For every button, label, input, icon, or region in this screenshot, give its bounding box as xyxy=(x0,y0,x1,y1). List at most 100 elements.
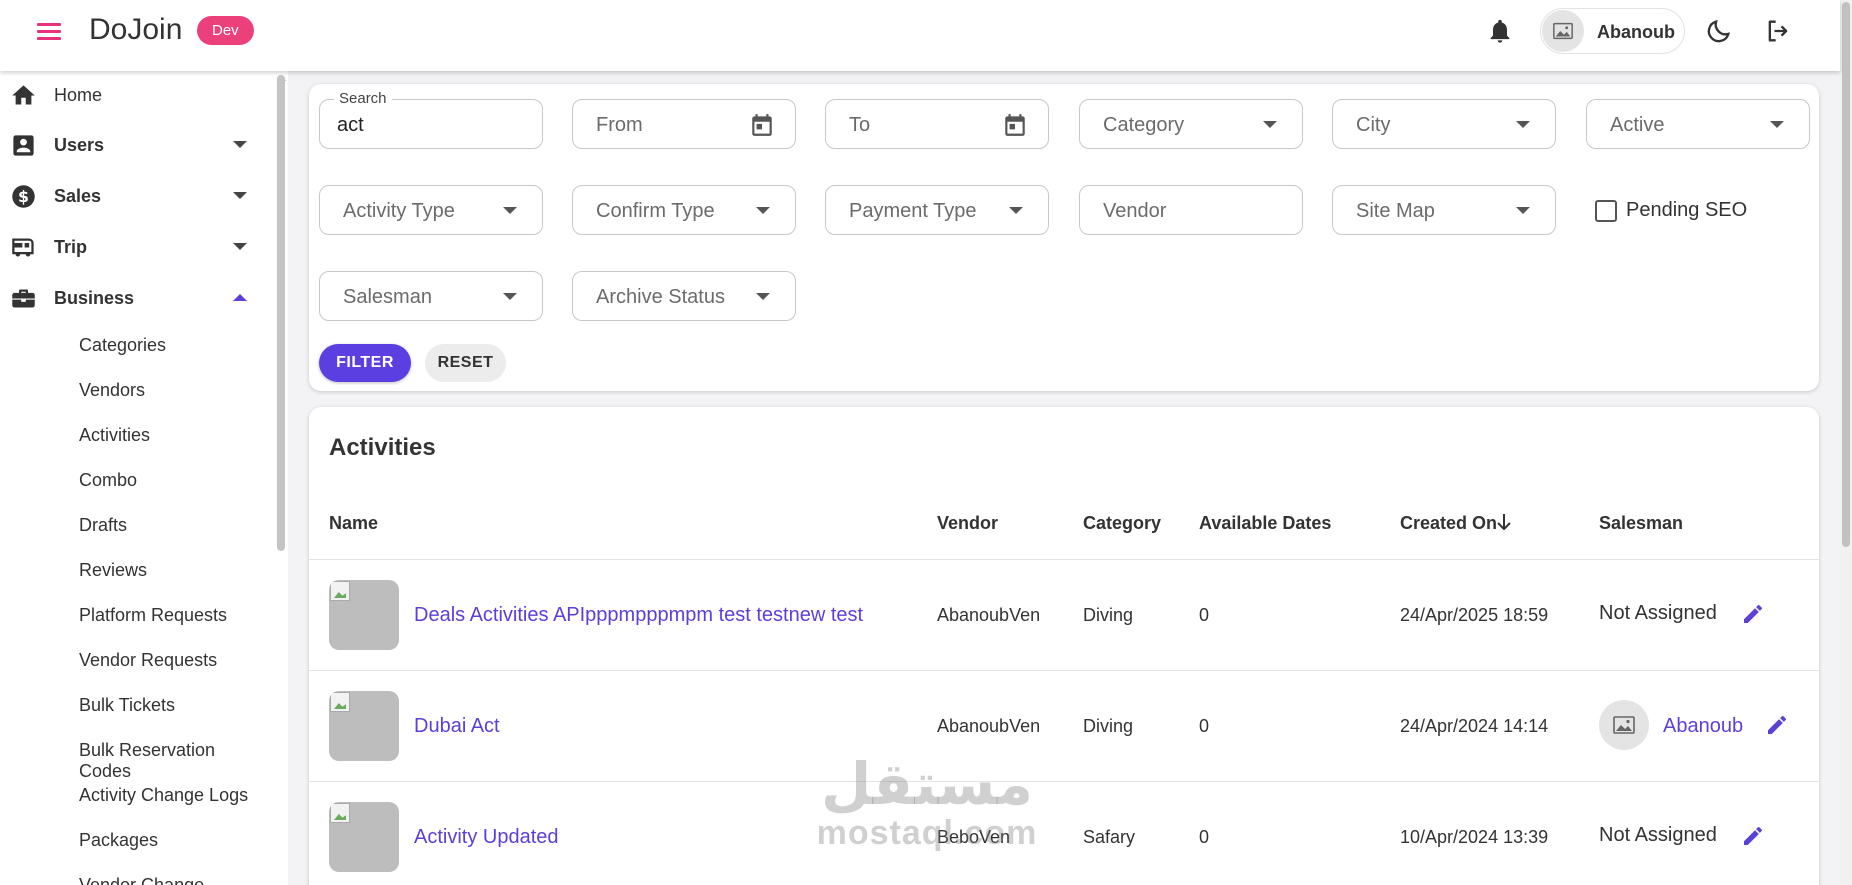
sidebar-item-sales[interactable]: $ Sales xyxy=(0,172,270,220)
calendar-icon[interactable] xyxy=(1002,112,1028,138)
archive-status-placeholder: Archive Status xyxy=(596,286,725,308)
moon-icon[interactable] xyxy=(1705,17,1733,45)
sort-descending-icon[interactable] xyxy=(1495,512,1513,532)
sidebar-scrollbar[interactable] xyxy=(277,75,285,551)
vendor-cell: AbanoubVen xyxy=(937,716,1041,736)
edit-icon[interactable] xyxy=(1741,602,1765,626)
chevron-down-icon xyxy=(1516,121,1530,128)
reset-button[interactable]: RESET xyxy=(425,344,506,382)
vendor-placeholder: Vendor xyxy=(1103,200,1167,222)
chevron-down-icon xyxy=(503,293,517,300)
table-title: Activities xyxy=(329,434,436,461)
sidebar: Home Users $ Sales Trip Business Categor… xyxy=(0,71,288,885)
edit-icon[interactable] xyxy=(1741,824,1765,848)
category-cell: Safary xyxy=(1083,827,1136,847)
category-cell: Diving xyxy=(1083,605,1134,625)
user-name: Abanoub xyxy=(1597,22,1675,42)
logout-icon[interactable] xyxy=(1764,17,1792,45)
active-select[interactable]: Active xyxy=(1586,99,1810,149)
sidebar-item-activities[interactable]: Activities xyxy=(0,414,270,458)
search-value: act xyxy=(337,114,364,136)
activity-thumbnail xyxy=(329,802,399,872)
activity-thumbnail xyxy=(329,580,399,650)
column-header-available-dates[interactable]: Available Dates xyxy=(1199,513,1331,534)
sidebar-item-label: Vendor Change xyxy=(79,875,205,885)
archive-status-select[interactable]: Archive Status xyxy=(572,271,796,321)
created-on-cell: 24/Apr/2025 18:59 xyxy=(1400,605,1549,625)
calendar-icon[interactable] xyxy=(749,112,775,138)
sidebar-item-drafts[interactable]: Drafts xyxy=(0,504,270,548)
sidebar-item-label: Trip xyxy=(54,237,88,257)
sidebar-item-label: Users xyxy=(54,135,105,155)
sidebar-item-activity-change-logs[interactable]: Activity Change Logs xyxy=(0,774,270,818)
confirm-type-select[interactable]: Confirm Type xyxy=(572,185,796,235)
to-placeholder: To xyxy=(849,114,871,136)
sidebar-item-combo[interactable]: Combo xyxy=(0,459,270,503)
site-map-placeholder: Site Map xyxy=(1356,200,1435,222)
brand-title[interactable]: DoJoin xyxy=(89,13,182,47)
sidebar-item-packages[interactable]: Packages xyxy=(0,819,270,863)
chevron-down-icon xyxy=(756,293,770,300)
salesman-link[interactable]: Abanoub xyxy=(1663,715,1743,738)
category-cell: Diving xyxy=(1083,716,1134,736)
sidebar-item-label: Packages xyxy=(79,830,159,850)
sidebar-item-label: Home xyxy=(54,85,103,105)
activity-type-placeholder: Activity Type xyxy=(343,200,455,222)
column-header-name[interactable]: Name xyxy=(329,513,378,534)
sidebar-item-bulk-reservation-codes[interactable]: Bulk Reservation Codes xyxy=(0,729,270,781)
sidebar-item-vendor-requests[interactable]: Vendor Requests xyxy=(0,639,270,683)
column-header-salesman[interactable]: Salesman xyxy=(1599,513,1683,534)
salesman-cell: Not Assigned xyxy=(1599,602,1717,624)
activity-type-select[interactable]: Activity Type xyxy=(319,185,543,235)
sidebar-item-trip[interactable]: Trip xyxy=(0,223,270,271)
home-icon xyxy=(10,82,37,109)
sidebar-item-bulk-tickets[interactable]: Bulk Tickets xyxy=(0,684,270,728)
category-placeholder: Category xyxy=(1103,114,1185,136)
site-map-select[interactable]: Site Map xyxy=(1332,185,1556,235)
from-date-field[interactable]: From xyxy=(572,99,796,149)
sidebar-item-business[interactable]: Business xyxy=(0,274,270,322)
sidebar-item-label: Bulk Tickets xyxy=(79,695,176,715)
column-header-created-on[interactable]: Created On xyxy=(1400,513,1497,534)
sidebar-item-vendors[interactable]: Vendors xyxy=(0,369,270,413)
sidebar-item-label: Business xyxy=(54,288,135,308)
chevron-down-icon xyxy=(233,192,247,199)
to-date-field[interactable]: To xyxy=(825,99,1049,149)
filter-button[interactable]: FILTER xyxy=(319,344,411,382)
page-scrollbar[interactable] xyxy=(1842,2,1850,547)
account-box-icon xyxy=(10,132,37,159)
activity-name-link[interactable]: Deals Activities APIpppmpppmpm test test… xyxy=(414,604,863,627)
payment-type-select[interactable]: Payment Type xyxy=(825,185,1049,235)
sidebar-item-label: Drafts xyxy=(79,515,128,535)
chevron-down-icon xyxy=(756,207,770,214)
sidebar-item-home[interactable]: Home xyxy=(0,71,270,119)
city-placeholder: City xyxy=(1356,114,1391,136)
sidebar-item-platform-requests[interactable]: Platform Requests xyxy=(0,594,270,638)
pending-seo-label[interactable]: Pending SEO xyxy=(1626,199,1747,222)
column-header-category[interactable]: Category xyxy=(1083,513,1161,534)
activity-name-link[interactable]: Dubai Act xyxy=(414,715,500,738)
bell-icon[interactable] xyxy=(1486,17,1514,45)
bus-icon xyxy=(10,234,37,261)
salesman-cell: Not Assigned xyxy=(1599,824,1717,846)
vendor-input[interactable]: Vendor xyxy=(1079,185,1303,235)
pending-seo-checkbox[interactable] xyxy=(1595,200,1617,222)
sidebar-item-users[interactable]: Users xyxy=(0,121,270,169)
row-divider xyxy=(309,559,1819,560)
city-select[interactable]: City xyxy=(1332,99,1556,149)
category-select[interactable]: Category xyxy=(1079,99,1303,149)
sidebar-item-reviews[interactable]: Reviews xyxy=(0,549,270,593)
activity-name-link[interactable]: Activity Updated xyxy=(414,826,559,849)
sidebar-item-categories[interactable]: Categories xyxy=(0,324,270,368)
sidebar-item-vendor-change[interactable]: Vendor Change xyxy=(0,864,270,885)
search-input[interactable]: Search act xyxy=(319,90,543,149)
column-header-vendor[interactable]: Vendor xyxy=(937,513,998,534)
created-on-cell: 10/Apr/2024 13:39 xyxy=(1400,827,1549,847)
user-menu-button[interactable]: Abanoub xyxy=(1540,8,1685,54)
salesman-select[interactable]: Salesman xyxy=(319,271,543,321)
chevron-down-icon xyxy=(233,141,247,148)
chevron-down-icon xyxy=(1516,207,1530,214)
edit-icon[interactable] xyxy=(1765,713,1789,737)
menu-icon[interactable] xyxy=(37,20,61,42)
sidebar-item-label: Activity Change Logs xyxy=(79,785,249,805)
